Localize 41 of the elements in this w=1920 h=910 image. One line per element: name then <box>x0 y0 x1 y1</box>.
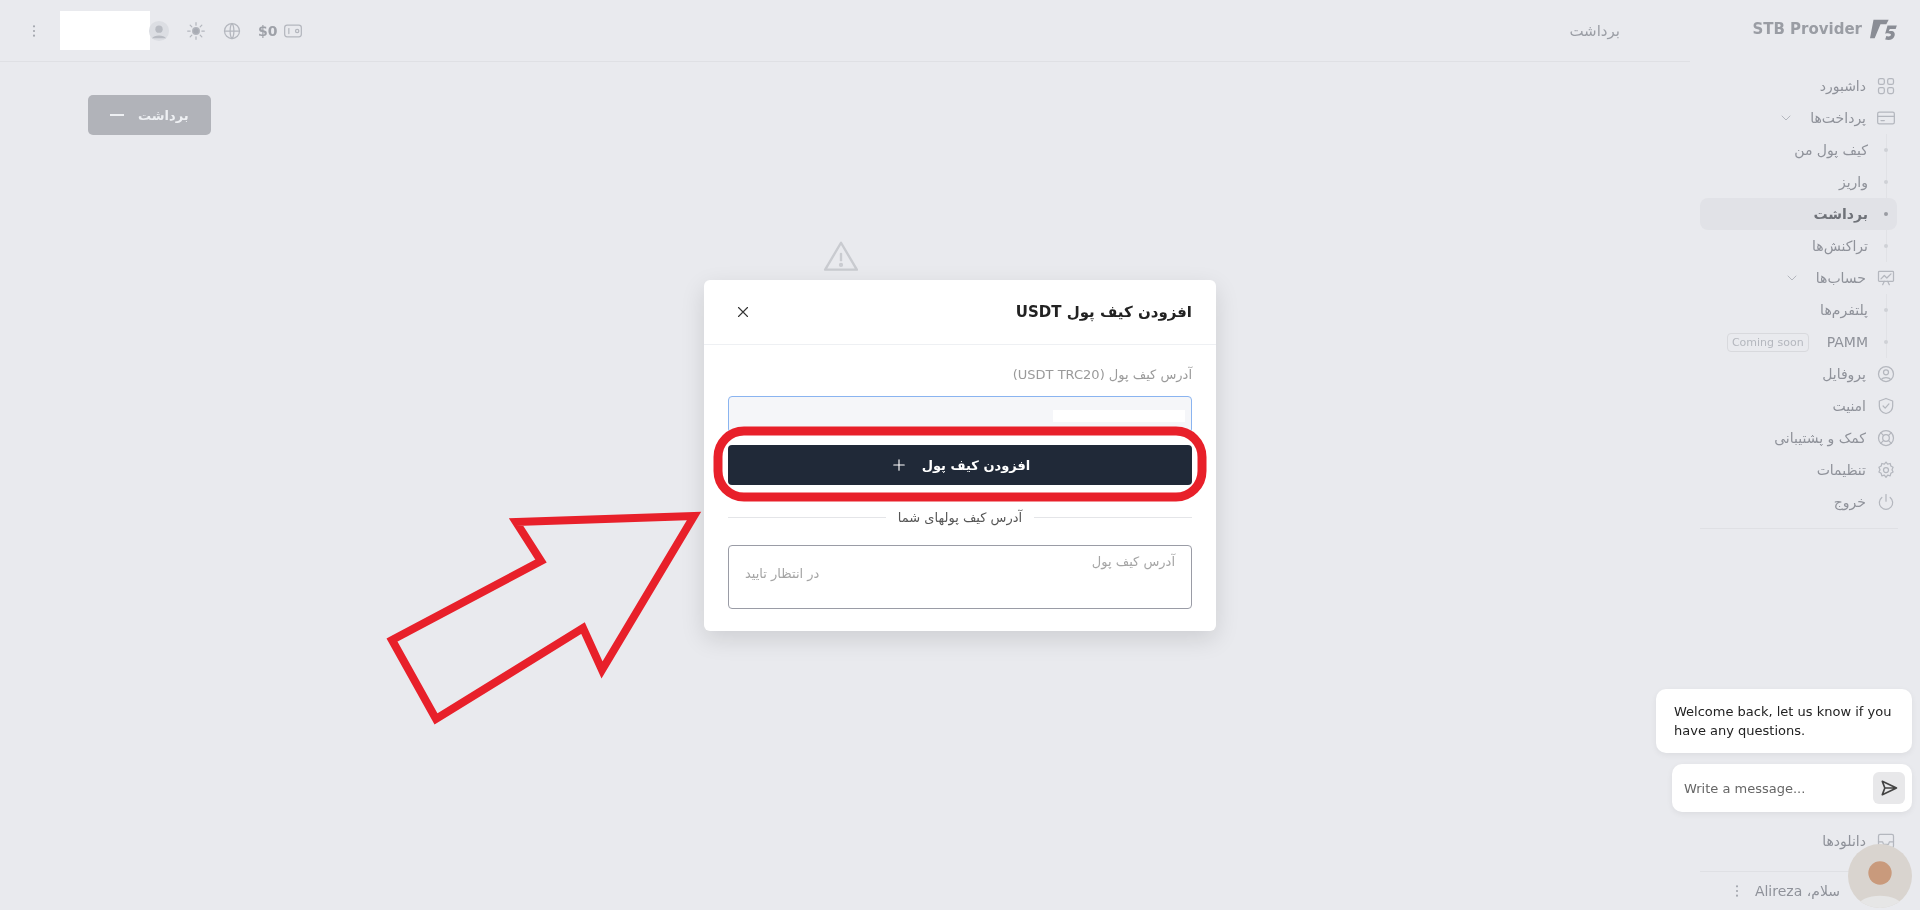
nav-item[interactable]: خروج <box>1700 486 1898 518</box>
wallet-status: در انتظار تایید <box>745 566 820 581</box>
dialog-title: افزودن کیف پول USDT <box>1015 303 1192 321</box>
greeting: سلام، Alireza <box>1754 883 1840 899</box>
nav-item[interactable]: پرداخت‌ها <box>1700 102 1898 134</box>
lifebuoy-icon <box>1876 428 1896 448</box>
nav-subitem[interactable]: واریز <box>1828 166 1897 198</box>
nav-subitem[interactable]: PAMM <box>1816 326 1897 358</box>
nav-subitem[interactable]: برداشت <box>1700 198 1897 230</box>
chart-board-icon <box>1876 268 1896 288</box>
nav-item[interactable]: حساب‌ها <box>1700 262 1898 294</box>
avatar-icon[interactable] <box>148 19 170 42</box>
nav-subitem[interactable]: کیف پول من <box>1784 134 1897 166</box>
nav-item[interactable]: داشبورد <box>1700 70 1898 102</box>
message-field[interactable]: Write a message... <box>1672 764 1912 812</box>
grid-icon <box>1876 76 1896 96</box>
settings-icon <box>1876 460 1896 480</box>
globe-icon[interactable] <box>222 20 242 41</box>
brand-name: STB Provider <box>1752 20 1862 38</box>
nav-item[interactable]: کمک و پشتیبانی <box>1700 422 1898 454</box>
nav-item[interactable]: امنیت <box>1700 390 1898 422</box>
power-icon <box>1876 492 1896 512</box>
wallet-address-label: آدرس کیف پول <box>1091 554 1175 569</box>
nav-item[interactable]: تنظیمات <box>1700 454 1898 486</box>
section-title: آدرس کیف پولهای شما <box>897 510 1023 525</box>
send-button[interactable] <box>1873 772 1905 804</box>
add-wallet-button[interactable]: افزودن کیف پول <box>728 445 1192 485</box>
balance-amount: $0 <box>258 22 278 39</box>
field-label: آدرس کیف پول (USDT TRC20) <box>1011 367 1192 382</box>
nav-subitem[interactable]: پلتفرم‌ها <box>1810 294 1897 326</box>
chat-message: Welcome back, let us know if you have any questions. <box>1656 689 1912 753</box>
message-input-field[interactable]: Write a message... <box>1682 779 1873 797</box>
minus-icon <box>110 114 124 116</box>
withdraw-button[interactable]: برداشت <box>88 95 211 135</box>
sun-icon[interactable] <box>186 20 206 41</box>
nav-subitem[interactable]: تراکنش‌ها <box>1802 230 1897 262</box>
shield-icon <box>1876 396 1896 416</box>
user-icon <box>1876 364 1896 384</box>
page-title: برداشت <box>1569 21 1620 40</box>
send-icon <box>1879 778 1899 798</box>
nav-item[interactable]: پروفایل <box>1700 358 1898 390</box>
